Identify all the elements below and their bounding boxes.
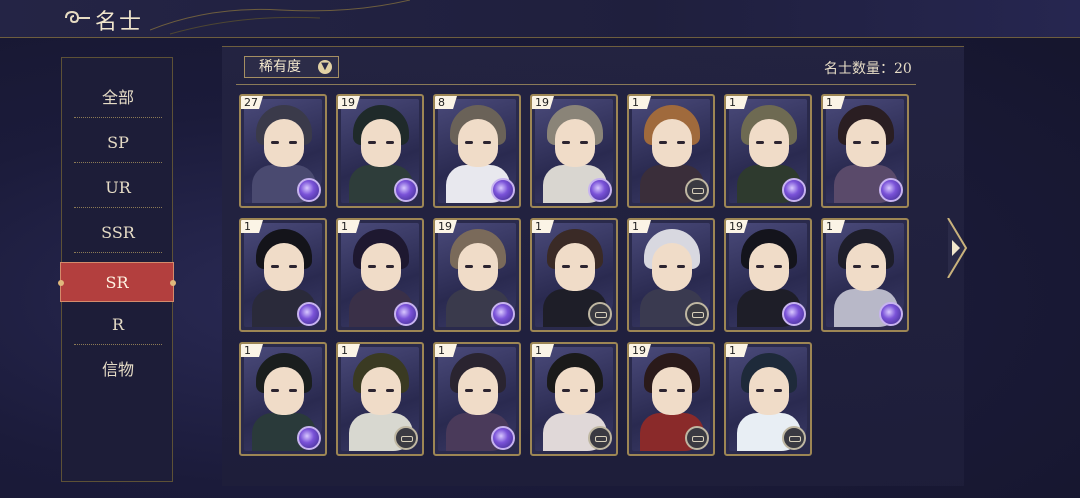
character-card[interactable]: 1 — [821, 218, 909, 332]
portrait-eyes — [853, 265, 879, 269]
character-card[interactable]: 1 — [627, 94, 715, 208]
spirit-orb-icon — [297, 178, 321, 202]
portrait-eyes — [368, 141, 394, 145]
portrait-eyes — [659, 389, 685, 393]
seal-icon — [394, 426, 418, 450]
character-card[interactable]: 1 — [724, 94, 812, 208]
sidebar-item-r[interactable]: R — [74, 305, 162, 345]
portrait-eyes — [562, 265, 588, 269]
left-ornament-dot — [58, 280, 64, 286]
character-card[interactable]: 1 — [724, 342, 812, 456]
divider — [236, 84, 916, 85]
character-card[interactable]: 19 — [724, 218, 812, 332]
portrait-eyes — [465, 389, 491, 393]
spirit-orb-icon — [782, 178, 806, 202]
portrait-eyes — [465, 265, 491, 269]
portrait-eyes — [659, 265, 685, 269]
right-ornament-dot — [170, 280, 176, 286]
sidebar-item-sr[interactable]: SR — [58, 262, 176, 302]
sidebar-item-ur[interactable]: UR — [74, 168, 162, 208]
seal-icon — [588, 426, 612, 450]
cloud-back-icon[interactable] — [62, 8, 92, 28]
character-card[interactable]: 1 — [530, 218, 618, 332]
character-card[interactable]: 1 — [239, 218, 327, 332]
spirit-orb-icon — [782, 302, 806, 326]
chevron-right-icon[interactable] — [946, 218, 968, 278]
seal-icon — [685, 302, 709, 326]
portrait-eyes — [368, 389, 394, 393]
top-bar: 名士 — [0, 0, 1080, 38]
character-card[interactable]: 1 — [821, 94, 909, 208]
character-card[interactable]: 1 — [336, 218, 424, 332]
spirit-orb-icon — [588, 178, 612, 202]
seal-icon — [782, 426, 806, 450]
spirit-orb-icon — [491, 302, 515, 326]
spirit-orb-icon — [491, 178, 515, 202]
portrait-eyes — [368, 265, 394, 269]
portrait-eyes — [756, 389, 782, 393]
character-card[interactable]: 1 — [336, 342, 424, 456]
character-card[interactable]: 1 — [433, 342, 521, 456]
sidebar-item-token[interactable]: 信物 — [74, 350, 162, 390]
portrait-eyes — [853, 141, 879, 145]
portrait-eyes — [271, 265, 297, 269]
character-count: 名士数量：20 — [824, 61, 912, 77]
sidebar-item-sp[interactable]: SP — [74, 123, 162, 163]
seal-icon — [588, 302, 612, 326]
character-card[interactable]: 1 — [239, 342, 327, 456]
portrait-eyes — [756, 141, 782, 145]
character-card[interactable]: 27 — [239, 94, 327, 208]
character-card[interactable]: 19 — [530, 94, 618, 208]
portrait-eyes — [465, 141, 491, 145]
decorative-swirl-icon — [150, 0, 410, 35]
portrait-eyes — [271, 141, 297, 145]
sidebar-item-ssr[interactable]: SSR — [74, 213, 162, 253]
rarity-filter-button[interactable]: 稀有度 ▼ — [244, 56, 339, 78]
portrait-eyes — [562, 389, 588, 393]
spirit-orb-icon — [491, 426, 515, 450]
spirit-orb-icon — [879, 178, 903, 202]
sidebar-item-all[interactable]: 全部 — [74, 78, 162, 118]
portrait-eyes — [271, 389, 297, 393]
character-card[interactable]: 1 — [627, 218, 715, 332]
spirit-orb-icon — [297, 426, 321, 450]
portrait-eyes — [562, 141, 588, 145]
spirit-orb-icon — [394, 178, 418, 202]
seal-icon — [685, 426, 709, 450]
portrait-eyes — [659, 141, 685, 145]
spirit-orb-icon — [879, 302, 903, 326]
character-card[interactable]: 19 — [627, 342, 715, 456]
portrait-eyes — [756, 265, 782, 269]
character-card[interactable]: 19 — [336, 94, 424, 208]
spirit-orb-icon — [297, 302, 321, 326]
character-card[interactable]: 19 — [433, 218, 521, 332]
rarity-sidebar: 全部 SP UR SSR SR R 信物 — [58, 57, 176, 482]
character-card[interactable]: 1 — [530, 342, 618, 456]
character-card[interactable]: 8 — [433, 94, 521, 208]
spirit-orb-icon — [394, 302, 418, 326]
page-title: 名士 — [95, 10, 144, 35]
seal-icon — [685, 178, 709, 202]
chevron-down-icon: ▼ — [318, 60, 332, 74]
